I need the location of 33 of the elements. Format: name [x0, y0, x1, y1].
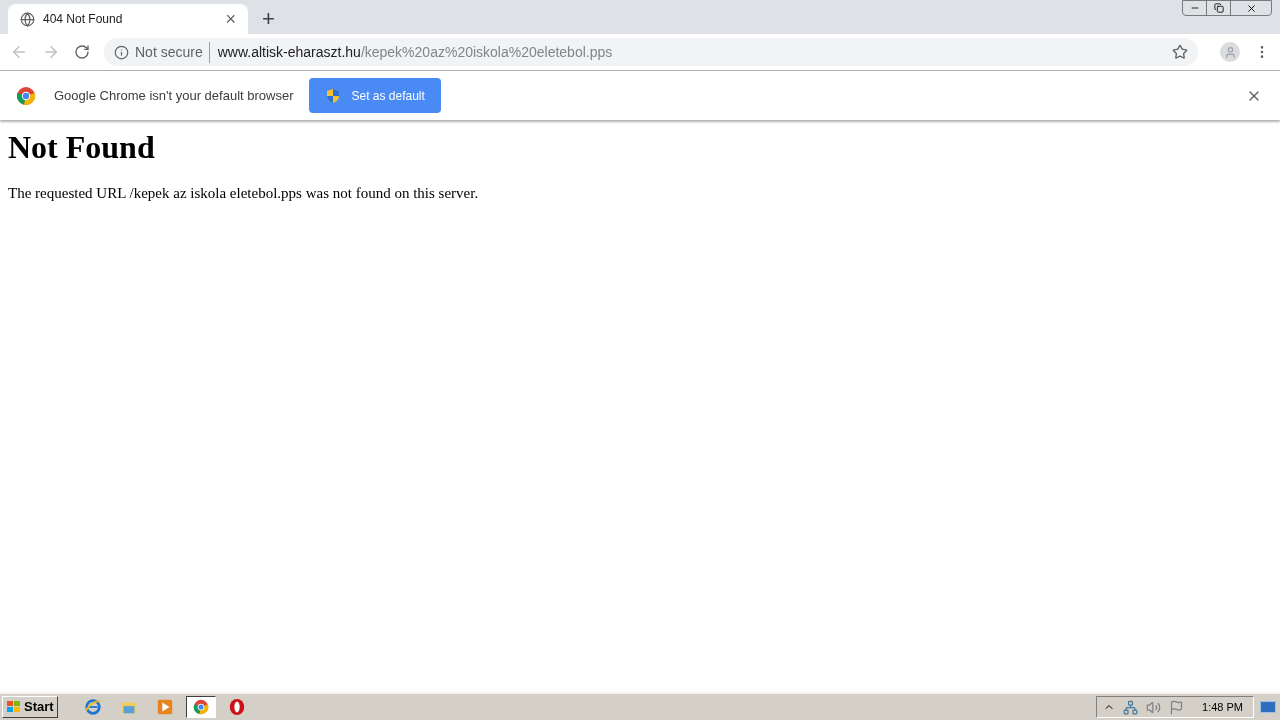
- globe-icon: [20, 11, 35, 27]
- back-icon[interactable]: [10, 43, 28, 61]
- windows-logo-icon: [6, 700, 22, 714]
- error-message: The requested URL /kepek az iskola eletebol.pps was not found on this server.: [8, 184, 480, 204]
- browser-e-icon: [83, 698, 102, 716]
- restore-icon: [1213, 3, 1224, 13]
- page-heading: Not Found: [8, 130, 156, 166]
- network-icon[interactable]: [1123, 699, 1139, 715]
- media-player-icon: [155, 698, 174, 716]
- infobar-message: Google Chrome isn't your default browser: [54, 86, 294, 105]
- browser-tab[interactable]: 404 Not Found ×: [8, 4, 248, 34]
- opera-icon: [227, 698, 246, 716]
- chrome-icon: [192, 699, 209, 715]
- profile-avatar[interactable]: [1220, 42, 1240, 62]
- bookmark-star-icon[interactable]: [1172, 44, 1188, 60]
- address-bar[interactable]: Not secure www.altisk-eharaszt.hu/kepek%20az%20iskola%20eletebol.pps: [104, 38, 1198, 66]
- close-icon: [1245, 2, 1257, 14]
- url-text: www.altisk-eharaszt.hu/kepek%20az%20iskola%20eletebol.pps: [217, 42, 614, 62]
- close-tab-button[interactable]: ×: [225, 10, 236, 28]
- chrome-icon: [16, 85, 36, 106]
- shield-icon: [325, 87, 342, 104]
- flag-icon[interactable]: [1169, 699, 1185, 715]
- taskbar-app-button[interactable]: [185, 696, 216, 718]
- info-icon: [114, 44, 129, 60]
- security-label: Not secure: [135, 41, 210, 63]
- reload-icon[interactable]: [74, 44, 90, 60]
- new-tab-button[interactable]: +: [262, 8, 275, 30]
- tab-title: 404 Not Found: [43, 11, 124, 28]
- start-button[interactable]: Start: [2, 696, 58, 718]
- person-icon: [1223, 45, 1237, 59]
- volume-icon[interactable]: [1146, 699, 1162, 715]
- forward-icon[interactable]: [42, 43, 60, 61]
- show-desktop-button[interactable]: [1260, 701, 1276, 713]
